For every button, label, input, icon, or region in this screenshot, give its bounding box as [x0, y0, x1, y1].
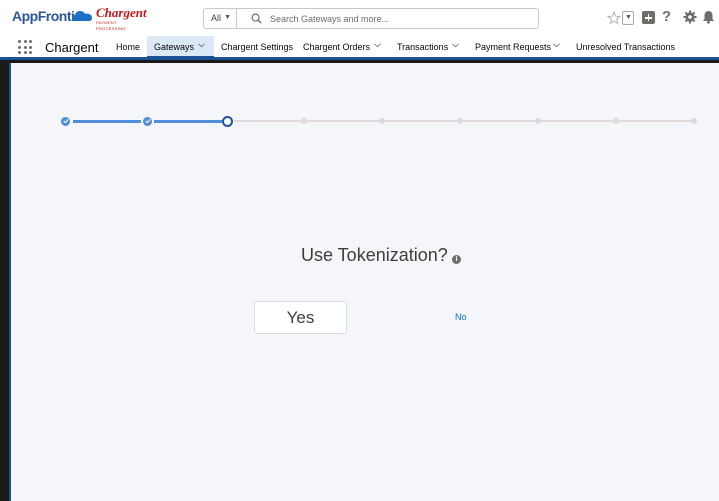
favorites-dropdown-button[interactable]: ▼ — [622, 11, 634, 25]
step-2-complete-check-icon[interactable] — [143, 116, 152, 126]
app-launcher-waffle-icon[interactable] — [18, 40, 32, 54]
global-actions-plus-icon[interactable] — [642, 11, 655, 24]
nav-item-transactions[interactable]: Transactions — [389, 36, 468, 58]
gear-icon[interactable] — [683, 10, 697, 24]
global-header: AppFrontier Chargent PAYMENT PROCESSING … — [0, 0, 719, 36]
caret-down-icon: ▼ — [224, 14, 231, 21]
cloud-logo-icon — [72, 11, 92, 21]
yes-button[interactable]: Yes — [254, 301, 347, 334]
progress-segment — [463, 120, 535, 122]
app-navigation-bar: Chargent Home Gateways Chargent Settings… — [0, 36, 719, 60]
nav-item-label: Payment Requests — [475, 42, 552, 52]
help-icon[interactable]: ? — [662, 8, 671, 25]
progress-segment — [307, 120, 379, 122]
nav-item-home[interactable]: Home — [109, 36, 147, 58]
step-8-dot[interactable] — [613, 118, 619, 124]
progress-segment — [541, 120, 613, 122]
step-4-dot[interactable] — [301, 118, 307, 124]
step-5-dot[interactable] — [379, 118, 385, 124]
step-3-current-marker[interactable] — [222, 115, 233, 127]
nav-item-gateways[interactable]: Gateways — [147, 36, 214, 58]
no-button[interactable]: No — [455, 312, 467, 322]
wizard-progress-indicator — [11, 63, 719, 183]
chevron-down-icon[interactable] — [452, 43, 459, 48]
search-input[interactable]: Search Gateways and more... — [237, 8, 539, 29]
nav-item-label: Unresolved Transactions — [576, 42, 676, 52]
search-scope-dropdown[interactable]: All ▼ — [203, 8, 237, 29]
nav-item-chargent-settings[interactable]: Chargent Settings — [214, 36, 296, 58]
chevron-down-icon[interactable] — [374, 43, 381, 48]
caret-down-icon: ▼ — [625, 14, 632, 21]
search-icon — [251, 13, 262, 24]
nav-item-chargent-orders[interactable]: Chargent Orders — [296, 36, 389, 58]
main-content: Use Tokenization? i Yes No — [9, 63, 719, 501]
wizard-question: Use Tokenization? — [301, 245, 448, 265]
step-7-dot[interactable] — [535, 118, 541, 124]
search-scope-label: All — [211, 13, 222, 23]
chargent-logo[interactable]: Chargent PAYMENT PROCESSING — [96, 5, 147, 32]
chevron-down-icon[interactable] — [198, 43, 205, 48]
nav-item-label: Transactions — [397, 42, 449, 52]
app-name: Chargent — [45, 40, 99, 55]
step-9-dot[interactable] — [691, 118, 697, 124]
chargent-logo-text: Chargent — [96, 5, 147, 20]
chevron-down-icon[interactable] — [553, 43, 560, 48]
progress-segment-complete — [73, 119, 141, 123]
progress-segment — [385, 120, 457, 122]
nav-item-label: Chargent Orders — [303, 42, 371, 52]
nav-item-payment-requests[interactable]: Payment Requests — [468, 36, 568, 58]
nav-item-label: Home — [116, 42, 141, 52]
step-6-dot[interactable] — [457, 118, 463, 124]
info-icon[interactable]: i — [452, 255, 461, 264]
chargent-logo-tagline: PAYMENT PROCESSING — [96, 20, 126, 31]
progress-segment — [619, 120, 691, 122]
nav-item-label: Gateways — [154, 42, 195, 52]
step-1-complete-check-icon[interactable] — [61, 116, 70, 126]
nav-item-unresolved-transactions[interactable]: Unresolved Transactions — [568, 36, 678, 58]
favorite-star-icon[interactable] — [607, 11, 621, 25]
search-placeholder: Search Gateways and more... — [270, 14, 390, 24]
notifications-bell-icon[interactable] — [702, 10, 715, 24]
progress-segment — [234, 120, 301, 122]
nav-item-label: Chargent Settings — [221, 42, 294, 52]
progress-segment-complete — [154, 119, 222, 123]
